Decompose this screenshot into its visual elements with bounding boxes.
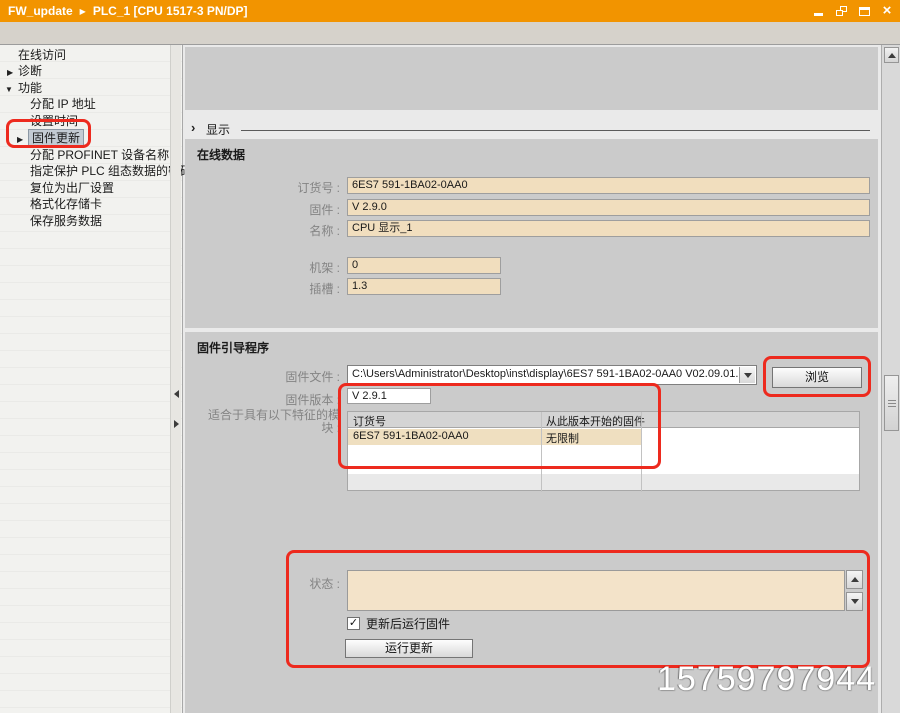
sidebar-item-assign-ip[interactable]: 分配 IP 地址	[0, 96, 170, 113]
order-number-field: 6ES7 591-1BA02-0AA0	[347, 177, 870, 194]
status-textarea[interactable]	[347, 570, 845, 611]
cell-order-number: 6ES7 591-1BA02-0AA0	[353, 430, 469, 442]
scrollbar-up-button[interactable]	[884, 47, 899, 63]
modules-table-header: 订货号 从此版本开始的固件	[348, 412, 859, 428]
firmware-file-combobox[interactable]: C:\Users\Administrator\Desktop\inst\disp…	[347, 365, 757, 385]
display-section-chevron-icon[interactable]: ›	[191, 120, 195, 135]
tree-collapsed-icon[interactable]: ▶	[17, 131, 23, 148]
minimize-button[interactable]	[811, 4, 825, 18]
chevron-up-icon	[851, 577, 859, 582]
order-number-label: 订货号 :	[200, 179, 340, 196]
sidebar-item-assign-profinet-name[interactable]: 分配 PROFINET 设备名称	[0, 147, 170, 164]
chevron-down-icon	[744, 373, 752, 378]
sidebar-item-functions[interactable]: ▼功能	[0, 80, 170, 97]
run-update-button[interactable]: 运行更新	[345, 639, 473, 658]
splitter-collapse-icon[interactable]	[174, 390, 179, 398]
sidebar-item-set-time[interactable]: 设置时间	[0, 113, 170, 130]
run-after-update-checkbox[interactable]: ✓	[347, 617, 360, 630]
main-scrollbar[interactable]	[881, 45, 900, 713]
maximize-button[interactable]	[857, 4, 871, 18]
breadcrumb-device[interactable]: PLC_1 [CPU 1517-3 PN/DP]	[93, 4, 248, 18]
sidebar-item-factory-reset[interactable]: 复位为出厂设置	[0, 180, 170, 197]
sidebar-tree: 在线访问 ▶诊断 ▼功能 分配 IP 地址 设置时间 ▶固件更新 分配 PROF…	[0, 45, 183, 713]
firmware-loader-panel	[185, 332, 878, 713]
table-column-divider	[641, 412, 642, 492]
maximize-icon	[859, 7, 870, 16]
breadcrumb: FW_update ▶ PLC_1 [CPU 1517-3 PN/DP]	[0, 4, 248, 18]
close-button[interactable]: ×	[880, 4, 894, 18]
sidebar-item-save-service-data[interactable]: 保存服务数据	[0, 213, 170, 230]
restore-button[interactable]	[834, 4, 848, 18]
name-label: 名称 :	[200, 222, 340, 239]
breadcrumb-arrow-icon: ▶	[80, 7, 86, 16]
table-empty-row	[348, 474, 859, 490]
browse-button[interactable]: 浏览	[772, 367, 862, 388]
cell-firmware-restriction: 无限制	[546, 430, 579, 446]
sidebar-item-format-card[interactable]: 格式化存储卡	[0, 196, 170, 213]
top-placeholder-panel	[185, 47, 878, 110]
slot-field: 1.3	[347, 278, 501, 295]
tia-firmware-update-window: FW_update ▶ PLC_1 [CPU 1517-3 PN/DP] × 在…	[0, 0, 900, 713]
rack-label: 机架 :	[200, 259, 340, 276]
sidebar-item-protect-password[interactable]: 指定保护 PLC 组态数据的密码	[0, 163, 170, 180]
name-field: CPU 显示_1	[347, 220, 870, 237]
status-scroll-down-button[interactable]	[846, 592, 863, 611]
title-bar: FW_update ▶ PLC_1 [CPU 1517-3 PN/DP] ×	[0, 0, 900, 22]
display-section-rule	[241, 130, 870, 131]
restore-icon	[836, 6, 847, 16]
tree-collapsed-icon[interactable]: ▶	[7, 64, 13, 81]
run-after-update-label: 更新后运行固件	[366, 615, 450, 632]
status-label: 状态 :	[200, 575, 340, 592]
column-header-order-number[interactable]: 订货号	[353, 413, 386, 429]
firmware-file-path: C:\Users\Administrator\Desktop\inst\disp…	[352, 368, 738, 380]
sidebar-item-online-access[interactable]: 在线访问	[0, 47, 170, 64]
rack-field: 0	[347, 257, 501, 274]
status-scroll-up-button[interactable]	[846, 570, 863, 589]
arrow-up-icon	[888, 53, 896, 58]
column-header-firmware-from-version[interactable]: 从此版本开始的固件	[546, 413, 645, 429]
chevron-down-icon	[851, 599, 859, 604]
combobox-dropdown-button[interactable]	[739, 367, 755, 383]
toolbar-strip	[0, 22, 900, 45]
slot-label: 插槽 :	[200, 280, 340, 297]
close-icon: ×	[883, 4, 892, 18]
display-section-header[interactable]: 显示	[206, 121, 230, 138]
modules-table[interactable]: 订货号 从此版本开始的固件 6ES7 591-1BA02-0AA0 无限制	[347, 411, 860, 491]
firmware-version-field: V 2.9.1	[347, 388, 431, 404]
sidebar-item-firmware-update[interactable]: ▶固件更新	[0, 130, 170, 147]
sidebar-item-diagnostics[interactable]: ▶诊断	[0, 63, 170, 80]
table-row[interactable]: 6ES7 591-1BA02-0AA0 无限制	[348, 429, 641, 445]
window-controls: ×	[811, 0, 894, 22]
table-column-divider	[541, 412, 542, 492]
firmware-loader-heading: 固件引导程序	[197, 339, 269, 356]
breadcrumb-project[interactable]: FW_update	[8, 4, 73, 18]
firmware-field: V 2.9.0	[347, 199, 870, 216]
sidebar-splitter[interactable]	[170, 45, 181, 713]
check-icon: ✓	[349, 617, 358, 629]
online-data-heading: 在线数据	[197, 146, 245, 163]
watermark: 15759797944	[657, 660, 876, 699]
scrollbar-thumb[interactable]	[884, 375, 899, 431]
firmware-label: 固件 :	[200, 201, 340, 218]
suitable-modules-label-line2: 块 :	[140, 419, 340, 436]
firmware-file-label: 固件文件 :	[200, 368, 340, 385]
minimize-icon	[814, 13, 823, 16]
